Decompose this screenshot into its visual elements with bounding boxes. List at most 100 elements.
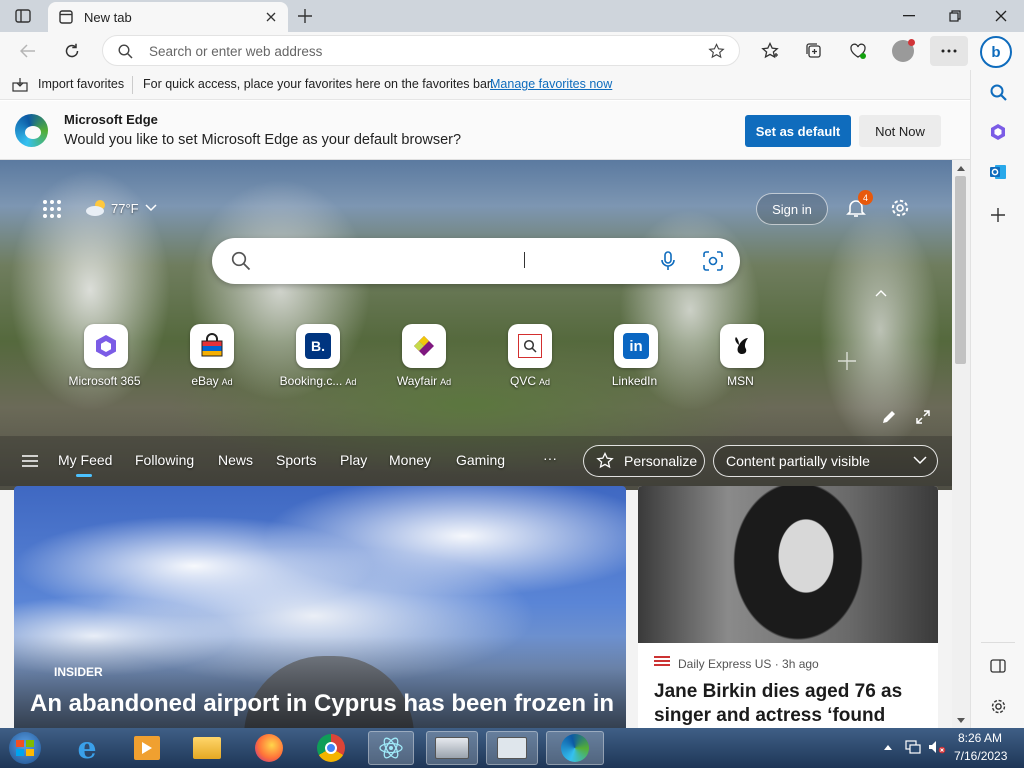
edge-icon bbox=[561, 734, 589, 762]
close-tab-icon[interactable] bbox=[264, 10, 278, 24]
taskbar-on-screen-keyboard[interactable] bbox=[426, 731, 478, 765]
edit-background-icon[interactable] bbox=[880, 408, 898, 426]
sidebar-outlook-icon[interactable] bbox=[988, 162, 1008, 182]
quick-link-msn[interactable] bbox=[720, 324, 764, 368]
apps-launcher-icon[interactable] bbox=[40, 197, 64, 221]
taskbar-chrome[interactable] bbox=[308, 731, 354, 765]
weather-widget[interactable]: 77°F bbox=[84, 196, 158, 220]
notification-badge: 4 bbox=[858, 190, 873, 205]
minimize-icon[interactable] bbox=[900, 8, 918, 24]
new-tab-icon bbox=[58, 9, 74, 25]
import-favorites-icon[interactable] bbox=[12, 77, 28, 93]
sidebar-settings-icon[interactable] bbox=[988, 696, 1008, 716]
clock-time[interactable]: 8:26 AM bbox=[958, 731, 1002, 745]
feed-tab-following[interactable]: Following bbox=[135, 452, 194, 468]
chevron-down-icon bbox=[913, 456, 927, 465]
taskbar-electron-app[interactable] bbox=[368, 731, 414, 765]
quick-link-linkedin[interactable]: in bbox=[614, 324, 658, 368]
personalize-button[interactable]: Personalize bbox=[583, 445, 705, 477]
new-tab-plus-icon[interactable] bbox=[295, 7, 315, 25]
bing-copilot-icon[interactable]: b bbox=[980, 36, 1012, 68]
taskbar-task-manager[interactable] bbox=[486, 731, 538, 765]
taskbar-media-player[interactable] bbox=[124, 731, 170, 765]
set-as-default-label: Set as default bbox=[755, 123, 841, 139]
quick-link-qvc[interactable] bbox=[508, 324, 552, 368]
address-placeholder: Search or enter web address bbox=[149, 44, 323, 59]
feed-more-button[interactable]: ··· bbox=[543, 450, 557, 466]
taskbar-edge[interactable] bbox=[546, 731, 604, 765]
visual-search-icon[interactable] bbox=[702, 250, 724, 272]
manage-favorites-link[interactable]: Manage favorites now bbox=[490, 77, 612, 91]
add-favorite-star-icon[interactable] bbox=[707, 42, 725, 60]
card-source: Daily Express US · 3h ago bbox=[678, 657, 819, 671]
card-headline: An abandoned airport in Cyprus has been … bbox=[30, 690, 615, 717]
source-flag-icon bbox=[654, 656, 670, 667]
fullscreen-expand-icon[interactable] bbox=[914, 408, 932, 426]
favorites-icon[interactable] bbox=[760, 41, 780, 61]
volume-muted-icon[interactable] bbox=[927, 738, 947, 756]
sidebar-office-icon[interactable] bbox=[988, 122, 1008, 142]
taskbar-firefox[interactable] bbox=[246, 731, 292, 765]
sidebar-search-icon[interactable] bbox=[988, 82, 1008, 102]
close-window-icon[interactable] bbox=[992, 8, 1010, 24]
atom-icon bbox=[379, 737, 403, 759]
chevron-down-icon bbox=[145, 204, 157, 212]
scroll-up-arrow-icon[interactable] bbox=[956, 164, 966, 172]
collections-icon[interactable] bbox=[804, 41, 824, 61]
sign-in-button[interactable]: Sign in bbox=[756, 193, 828, 225]
back-icon[interactable] bbox=[18, 41, 38, 61]
feed-tab-news[interactable]: News bbox=[218, 452, 253, 468]
start-button[interactable] bbox=[4, 731, 46, 765]
refresh-icon[interactable] bbox=[62, 41, 82, 61]
browser-essentials-icon[interactable] bbox=[848, 41, 868, 61]
show-hidden-icons-icon[interactable] bbox=[882, 740, 894, 754]
sidebar-add-icon[interactable] bbox=[988, 205, 1008, 225]
microphone-icon[interactable] bbox=[658, 250, 678, 272]
tab-actions-icon[interactable] bbox=[14, 8, 32, 24]
hide-sidebar-icon[interactable] bbox=[988, 656, 1008, 676]
content-visibility-dropdown[interactable]: Content partially visible bbox=[713, 445, 938, 477]
partly-cloudy-icon bbox=[84, 197, 110, 219]
sign-in-label: Sign in bbox=[772, 201, 812, 217]
main-news-card[interactable]: INSIDER An abandoned airport in Cyprus h… bbox=[14, 486, 626, 728]
feed-menu-hamburger-icon[interactable] bbox=[20, 452, 40, 470]
quick-link-label: MSN bbox=[727, 374, 754, 388]
settings-more-icon[interactable] bbox=[930, 36, 968, 66]
page-scrollbar[interactable] bbox=[952, 160, 970, 728]
restore-icon[interactable] bbox=[946, 8, 964, 24]
set-as-default-button[interactable]: Set as default bbox=[745, 115, 851, 147]
network-icon[interactable] bbox=[904, 738, 922, 756]
taskbar-internet-explorer[interactable]: e bbox=[64, 731, 110, 766]
news-photo bbox=[638, 486, 938, 643]
feed-tab-sports[interactable]: Sports bbox=[276, 452, 316, 468]
tab-title: New tab bbox=[84, 9, 132, 25]
collapse-chevron-up-icon[interactable] bbox=[872, 286, 890, 300]
scroll-down-arrow-icon[interactable] bbox=[956, 716, 966, 724]
default-browser-infobar: Microsoft Edge Would you like to set Mic… bbox=[0, 101, 970, 160]
side-news-card[interactable]: Daily Express US · 3h ago Jane Birkin di… bbox=[638, 486, 938, 728]
not-now-button[interactable]: Not Now bbox=[859, 115, 941, 147]
web-search-box[interactable] bbox=[212, 238, 740, 284]
clock-date[interactable]: 7/16/2023 bbox=[954, 749, 1007, 763]
quick-link-wayfair[interactable] bbox=[402, 324, 446, 368]
quick-link-ebay[interactable] bbox=[190, 324, 234, 368]
taskbar-file-explorer[interactable] bbox=[184, 731, 230, 765]
quick-link-microsoft-365[interactable] bbox=[84, 324, 128, 368]
profile-avatar[interactable] bbox=[892, 39, 915, 62]
address-bar[interactable]: Search or enter web address bbox=[102, 35, 740, 66]
card-headline: Jane Birkin dies aged 76 as singer and a… bbox=[654, 681, 903, 726]
scrollbar-thumb[interactable] bbox=[955, 176, 966, 364]
page-settings-gear-icon[interactable] bbox=[888, 196, 912, 220]
tab-new-tab[interactable]: New tab bbox=[48, 2, 288, 32]
notifications-bell-icon[interactable]: 4 bbox=[844, 190, 873, 220]
quick-link-booking[interactable]: B. bbox=[296, 324, 340, 368]
feed-tab-gaming[interactable]: Gaming bbox=[456, 452, 505, 468]
feed-tab-my-feed[interactable]: My Feed bbox=[58, 452, 112, 468]
windows-orb-icon bbox=[9, 732, 41, 764]
feed-tab-money[interactable]: Money bbox=[389, 452, 431, 468]
import-favorites-button[interactable]: Import favorites bbox=[38, 77, 124, 91]
quick-link-label: Microsoft 365 bbox=[68, 374, 141, 388]
feed-tab-play[interactable]: Play bbox=[340, 452, 367, 468]
search-icon bbox=[117, 43, 133, 59]
add-quick-link-icon[interactable] bbox=[836, 350, 858, 372]
